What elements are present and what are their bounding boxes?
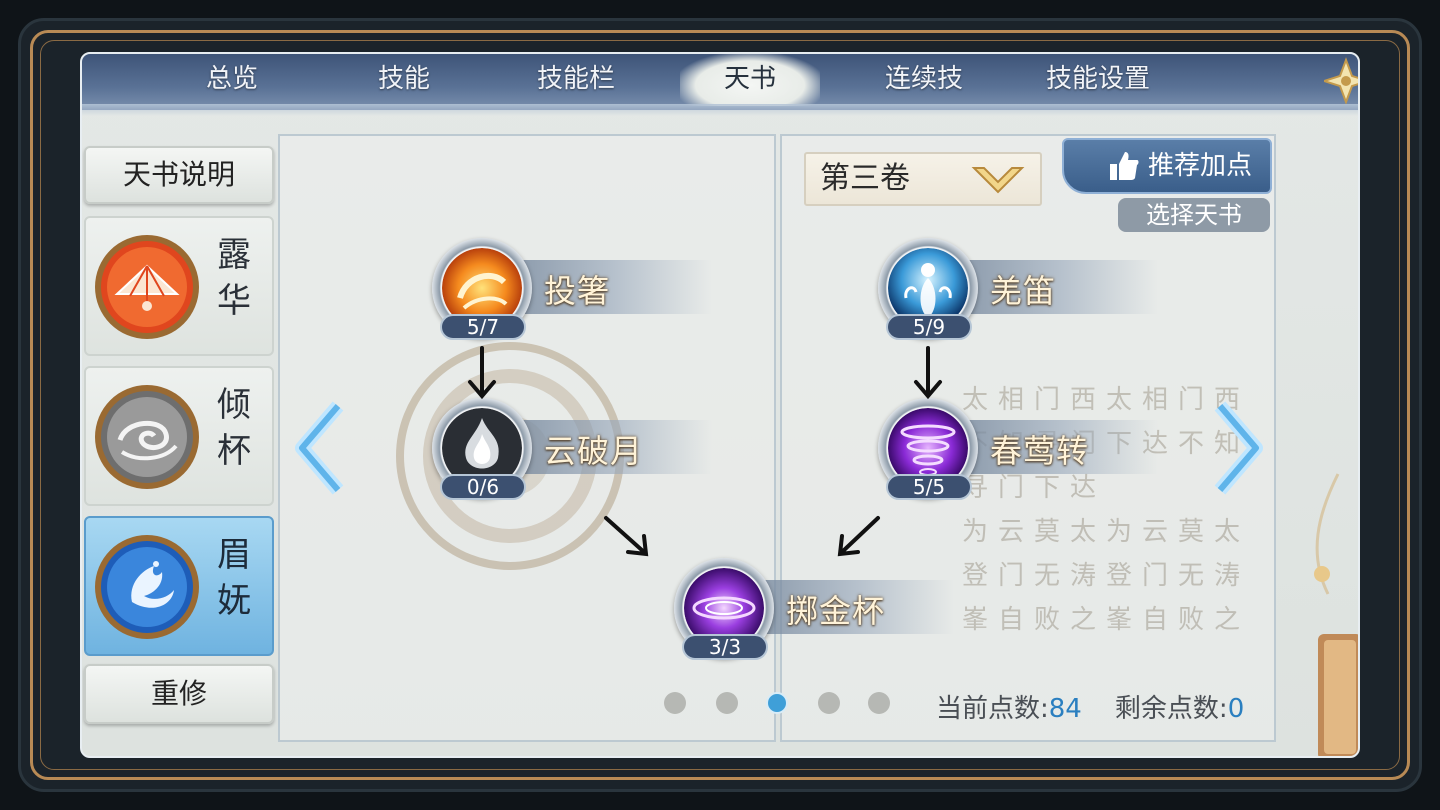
- thumbs-up-icon: [1110, 152, 1139, 180]
- school-qingbei[interactable]: 倾杯: [84, 366, 274, 506]
- tab-tianshu[interactable]: 天书: [680, 54, 820, 106]
- page-dot[interactable]: [716, 692, 738, 714]
- tab-skill-bar[interactable]: 技能栏: [506, 54, 646, 106]
- skill-level-badge: 5/7: [440, 314, 526, 340]
- page-dot-active[interactable]: [766, 692, 788, 714]
- skill-name: 羌笛: [990, 272, 1057, 310]
- connector-arrow-down-icon: [468, 346, 496, 400]
- skill-name: 春莺转: [990, 432, 1090, 470]
- volume-label: 第三卷: [820, 161, 910, 196]
- page-dot[interactable]: [868, 692, 890, 714]
- skill-node[interactable]: 羌笛 5/9: [878, 238, 1158, 348]
- page-dot[interactable]: [664, 692, 686, 714]
- connector-arrow-down-icon: [914, 346, 942, 400]
- tab-bar: 总览 技能 技能栏 天书 连续技 技能设置: [82, 54, 1360, 116]
- volume-selector[interactable]: 第三卷: [804, 152, 1042, 206]
- remaining-points: 0: [1227, 694, 1245, 724]
- skill-level-badge: 3/3: [682, 634, 768, 660]
- connector-arrow-diagonal-icon: [837, 516, 880, 557]
- scroll-ornament-icon: [1314, 473, 1358, 756]
- chevron-down-icon: [971, 167, 1025, 194]
- connector-arrow-diagonal-icon: [604, 516, 649, 557]
- tab-skill-settings[interactable]: 技能设置: [1028, 54, 1168, 106]
- tab-combo[interactable]: 连续技: [854, 54, 994, 106]
- school-luhua[interactable]: 露华: [84, 216, 274, 356]
- tab-skills[interactable]: 技能: [334, 54, 474, 106]
- tianshu-help-button[interactable]: 天书说明: [84, 146, 274, 204]
- select-book-button[interactable]: 选择天书: [1118, 198, 1270, 232]
- page-dot[interactable]: [818, 692, 840, 714]
- skill-name: 云破月: [544, 432, 644, 470]
- recommend-points-button[interactable]: 推荐加点: [1062, 138, 1272, 194]
- school-name: 眉妩: [217, 535, 251, 621]
- close-flower-icon[interactable]: [1324, 56, 1360, 106]
- points-summary: 当前点数:84 剩余点数:0: [936, 694, 1245, 724]
- prev-page-arrow-icon[interactable]: [292, 398, 352, 498]
- tab-overview[interactable]: 总览: [162, 54, 302, 106]
- skill-level-badge: 5/5: [886, 474, 972, 500]
- skill-name: 投箸: [544, 272, 611, 310]
- phoenix-emblem-icon: [95, 535, 199, 639]
- school-name: 倾杯: [217, 385, 251, 471]
- swirl-emblem-icon: [95, 385, 199, 489]
- skill-node[interactable]: 投箸 5/7: [432, 238, 712, 348]
- current-points: 84: [1048, 694, 1082, 724]
- next-page-arrow-icon[interactable]: [1206, 398, 1266, 498]
- skill-level-badge: 0/6: [440, 474, 526, 500]
- school-meiwu[interactable]: 眉妩: [84, 516, 274, 656]
- skill-node[interactable]: 云破月 0/6: [432, 398, 712, 508]
- fan-emblem-icon: [95, 235, 199, 339]
- skill-node[interactable]: 春莺转 5/5: [878, 398, 1158, 508]
- skill-level-badge: 5/9: [886, 314, 972, 340]
- skill-screen: 总览 技能 技能栏 天书 连续技 技能设置 天书说明 露华 倾 杯 眉 妩 重修…: [80, 52, 1360, 758]
- reset-button[interactable]: 重修: [84, 664, 274, 724]
- skill-node[interactable]: 掷金杯 3/3: [674, 558, 954, 668]
- skill-name: 掷金杯: [786, 592, 886, 630]
- school-name: 露华: [217, 235, 251, 321]
